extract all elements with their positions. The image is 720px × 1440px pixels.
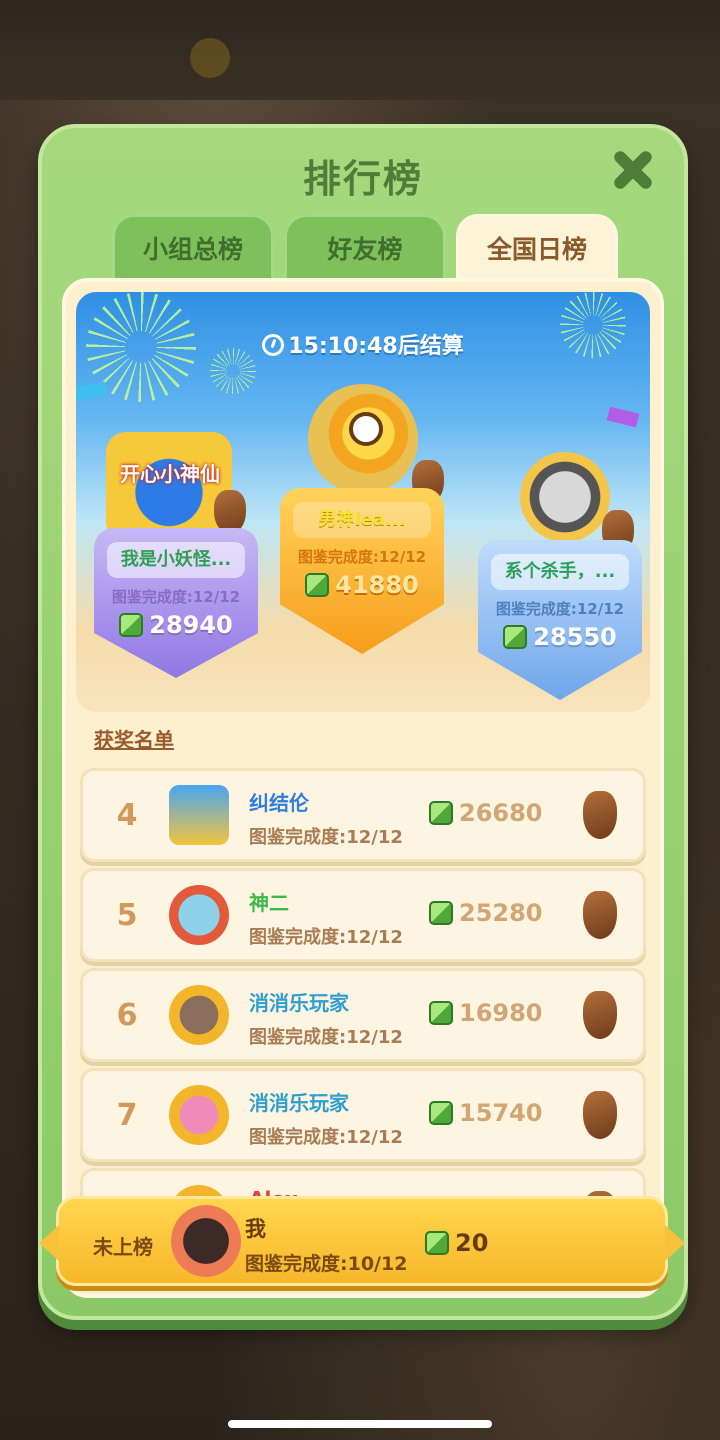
player-name: 纠结伦 — [249, 791, 309, 815]
player-score: 15740 — [429, 1099, 543, 1127]
cube-icon — [503, 625, 528, 649]
collection-progress: 图鉴完成度:12/12 — [297, 548, 427, 566]
cube-icon — [425, 1231, 449, 1255]
pinecone-reward-icon — [583, 891, 617, 939]
my-rank-status: 未上榜 — [93, 1235, 153, 1259]
rank-number: 7 — [116, 1098, 138, 1133]
collection-progress: 图鉴完成度:12/12 — [249, 1027, 403, 1048]
player-name: 神二 — [249, 891, 289, 915]
table-row[interactable]: 7 消消乐玩家 图鉴完成度:12/12 15740 — [80, 1068, 646, 1162]
avatar-second-text: 开心小神仙 — [120, 462, 220, 486]
home-indicator[interactable] — [228, 1420, 492, 1428]
leaderboard-panel: 15:10:48后结算 开心小神仙 我是小妖怪... 图鉴完成度:12/12 2… — [62, 278, 664, 1298]
collection-progress: 图鉴完成度:12/12 — [249, 827, 403, 848]
player-score: 16980 — [429, 999, 543, 1027]
cube-icon — [429, 1101, 453, 1125]
player-score: 26680 — [429, 799, 543, 827]
pinecone-reward-icon — [583, 991, 617, 1039]
player-name: 男神lea... — [293, 502, 431, 538]
podium-card-first[interactable]: 男神lea... 图鉴完成度:12/12 41880 — [280, 488, 444, 654]
modal-title: 排行榜 — [302, 157, 423, 201]
rank-number: 5 — [116, 898, 138, 933]
player-score: 28940 — [94, 611, 258, 639]
pinecone-reward-icon — [583, 791, 617, 839]
player-name: 消消乐玩家 — [249, 991, 349, 1015]
avatar[interactable] — [169, 785, 229, 845]
cube-icon — [429, 801, 453, 825]
winners-list-link[interactable]: 获奖名单 — [94, 724, 174, 753]
cube-icon — [119, 613, 144, 637]
tab-group-total[interactable]: 小组总榜 — [112, 214, 274, 282]
tab-national-daily[interactable]: 全国日榜 — [456, 214, 618, 282]
leaderboard-modal: 排行榜 小组总榜 好友榜 全国日榜 15:10:48后结算 开心小神仙 我是小妖… — [38, 124, 688, 1320]
cube-icon — [429, 901, 453, 925]
table-row[interactable]: 5 神二 图鉴完成度:12/12 25280 — [80, 868, 646, 962]
pinecone-reward-icon — [214, 490, 246, 534]
collection-progress: 图鉴完成度:12/12 — [249, 1127, 403, 1148]
player-score: 41880 — [280, 571, 444, 599]
coin-icon — [190, 38, 230, 78]
settlement-timer: 15:10:48后结算 — [76, 328, 650, 360]
my-avatar[interactable] — [171, 1205, 241, 1277]
my-score: 20 — [425, 1229, 488, 1257]
podium-card-second[interactable]: 我是小妖怪... 图鉴完成度:12/12 28940 — [94, 528, 258, 678]
player-score: 28550 — [478, 623, 642, 651]
my-collection-progress: 图鉴完成度:10/12 — [245, 1253, 408, 1275]
ribbon-decoration — [76, 381, 107, 401]
my-name: 我 — [245, 1217, 266, 1241]
player-name: 系个杀手，... — [491, 554, 629, 590]
game-top-bar — [0, 0, 720, 100]
avatar[interactable] — [169, 1085, 229, 1145]
ribbon-decoration — [606, 406, 640, 428]
monster-eye-icon — [349, 412, 383, 446]
tab-friends[interactable]: 好友榜 — [284, 214, 446, 282]
pinecone-reward-icon — [583, 1091, 617, 1139]
cube-icon — [429, 1001, 453, 1025]
avatar[interactable] — [169, 985, 229, 1045]
collection-progress: 图鉴完成度:12/12 — [249, 927, 403, 948]
podium: 15:10:48后结算 开心小神仙 我是小妖怪... 图鉴完成度:12/12 2… — [76, 292, 650, 712]
avatar[interactable] — [169, 885, 229, 945]
rank-number: 6 — [116, 998, 138, 1033]
timer-text: 15:10:48后结算 — [288, 334, 464, 359]
cube-icon — [305, 573, 330, 597]
table-row[interactable]: 4 纠结伦 图鉴完成度:12/12 26680 — [80, 768, 646, 862]
table-row[interactable]: 6 消消乐玩家 图鉴完成度:12/12 16980 — [80, 968, 646, 1062]
player-score: 25280 — [429, 899, 543, 927]
player-name: 我是小妖怪... — [107, 542, 245, 578]
my-rank-bar[interactable]: 未上榜 我 图鉴完成度:10/12 20 — [39, 1196, 685, 1286]
collection-progress: 图鉴完成度:12/12 — [111, 588, 241, 606]
podium-card-third[interactable]: 系个杀手，... 图鉴完成度:12/12 28550 — [478, 540, 642, 700]
player-name: 消消乐玩家 — [249, 1091, 349, 1115]
rank-number: 4 — [116, 798, 138, 833]
avatar-third[interactable] — [520, 452, 610, 542]
collection-progress: 图鉴完成度:12/12 — [495, 600, 625, 618]
close-icon[interactable] — [610, 148, 654, 192]
clock-icon — [262, 334, 285, 356]
tab-bar: 小组总榜 好友榜 全国日榜 — [112, 214, 632, 282]
